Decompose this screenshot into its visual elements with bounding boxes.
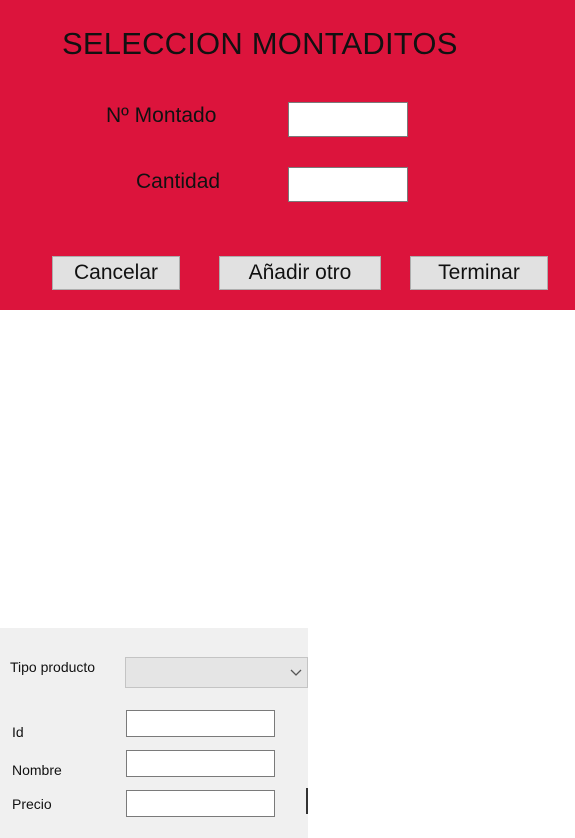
- precio-label: Precio: [12, 796, 52, 812]
- cantidad-input[interactable]: [288, 167, 408, 202]
- nombre-label: Nombre: [12, 762, 62, 778]
- cancel-button[interactable]: Cancelar: [52, 256, 180, 290]
- chevron-down-icon[interactable]: [289, 665, 303, 679]
- dialog-title: SELECCION MONTADITOS: [62, 26, 458, 61]
- montado-number-label: Nº Montado: [106, 104, 217, 127]
- nombre-input[interactable]: [126, 750, 275, 777]
- seleccion-montaditos-panel: SELECCION MONTADITOS Nº Montado Cantidad…: [0, 0, 575, 310]
- control-edge-divider: [306, 788, 308, 814]
- finish-button[interactable]: Terminar: [410, 256, 548, 290]
- cantidad-label: Cantidad: [136, 170, 221, 193]
- id-label: Id: [12, 724, 24, 740]
- tipo-producto-label: Tipo producto: [10, 659, 96, 675]
- tipo-producto-combobox[interactable]: [125, 657, 308, 688]
- product-form-panel: Tipo producto Id Nombre Precio: [0, 628, 308, 838]
- montado-number-input[interactable]: [288, 102, 408, 137]
- id-input[interactable]: [126, 710, 275, 737]
- precio-input[interactable]: [126, 790, 275, 817]
- add-another-button[interactable]: Añadir otro: [219, 256, 381, 290]
